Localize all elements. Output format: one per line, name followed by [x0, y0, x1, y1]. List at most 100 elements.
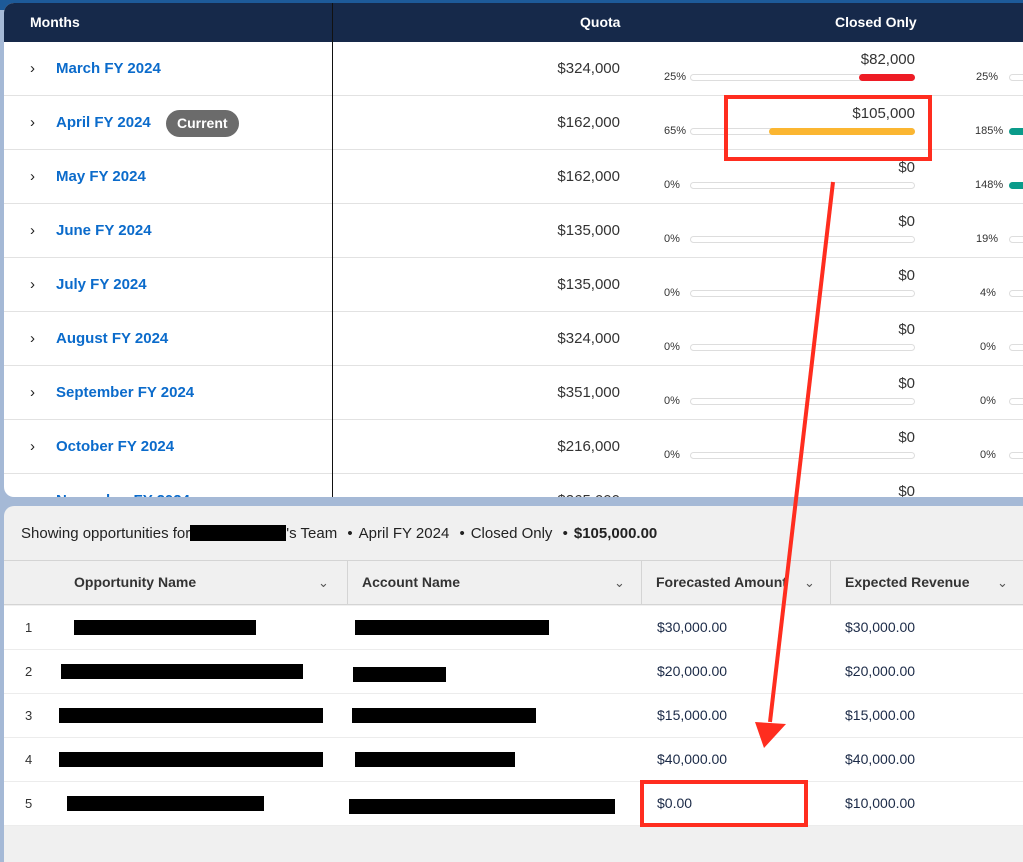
forecasted-amount: $20,000.00	[657, 663, 728, 679]
opportunities-panel: Showing opportunities for 's Team • April …	[4, 506, 1023, 862]
next-column-progress-bar	[1009, 74, 1023, 81]
closed-only-amount: $0	[898, 483, 915, 497]
next-column-progress-bar	[1009, 290, 1023, 297]
summary-total: $105,000.00	[573, 525, 658, 542]
header-closed-only: Closed Only	[835, 14, 917, 30]
closed-only-progress-bar	[690, 452, 915, 459]
chevron-down-icon[interactable]: ⌄	[614, 561, 625, 604]
chevron-right-icon[interactable]: ›	[30, 331, 42, 346]
column-header-account-name[interactable]: Account Name ⌄	[348, 561, 642, 604]
month-link[interactable]: October FY 2024	[56, 438, 174, 455]
month-link[interactable]: April FY 2024	[56, 114, 151, 131]
quota-value: $216,000	[557, 438, 620, 455]
closed-only-progress-bar	[690, 398, 915, 405]
opportunity-row[interactable]: 4 $40,000.00 $40,000.00	[4, 738, 1023, 782]
opportunities-summary: Showing opportunities for 's Team • April …	[21, 525, 657, 542]
redacted-account-name[interactable]	[349, 799, 615, 814]
current-badge: Current	[166, 110, 239, 137]
next-column-progress-bar	[1009, 236, 1023, 243]
redacted-owner-name	[190, 525, 287, 541]
chevron-down-icon[interactable]: ⌄	[997, 561, 1008, 604]
expected-revenue: $15,000.00	[845, 707, 916, 723]
expected-revenue: $30,000.00	[845, 619, 916, 635]
redacted-account-name[interactable]	[355, 752, 515, 767]
month-row[interactable]: ›November FY 2024$265,000$0	[4, 474, 1023, 497]
chevron-right-icon[interactable]: ›	[30, 115, 42, 130]
panel-separator	[0, 497, 1023, 506]
chevron-right-icon[interactable]: ›	[30, 223, 42, 238]
redacted-account-name[interactable]	[352, 708, 536, 723]
column-header-forecasted-amount[interactable]: Forecasted Amount ⌄	[642, 561, 831, 604]
next-column-progress-bar	[1009, 344, 1023, 351]
month-row[interactable]: › March FY 2024 $324,000 $82,000 25% 25%	[4, 42, 1023, 96]
opportunity-row[interactable]: 1 $30,000.00 $30,000.00	[4, 606, 1023, 650]
closed-only-amount: $0	[898, 321, 915, 338]
row-number: 2	[25, 664, 33, 679]
next-column-percent: 0%	[980, 449, 996, 461]
quota-value: $351,000	[557, 384, 620, 401]
redacted-opportunity-name[interactable]	[74, 620, 256, 635]
chevron-right-icon[interactable]: ›	[30, 277, 42, 292]
column-header-opportunity-name[interactable]: Opportunity Name ⌄	[4, 561, 348, 604]
column-header-expected-revenue[interactable]: Expected Revenue ⌄	[831, 561, 1023, 604]
next-column-percent: 25%	[976, 71, 999, 83]
annotation-highlight-forecasted-zero	[640, 780, 808, 827]
header-months: Months	[30, 14, 80, 30]
closed-only-amount: $0	[898, 267, 915, 284]
redacted-account-name[interactable]	[353, 667, 446, 682]
month-link[interactable]: August FY 2024	[56, 330, 168, 347]
row-number: 3	[25, 708, 33, 723]
quota-value: $135,000	[557, 276, 620, 293]
closed-only-percent: 25%	[664, 71, 687, 83]
next-column-percent: 19%	[976, 233, 999, 245]
chevron-right-icon[interactable]: ›	[30, 61, 42, 76]
opportunity-row[interactable]: 2 $20,000.00 $20,000.00	[4, 650, 1023, 694]
chevron-down-icon[interactable]: ⌄	[804, 561, 815, 604]
closed-only-amount: $0	[898, 213, 915, 230]
month-row[interactable]: › August FY 2024 $324,000 $0 0% 0%	[4, 312, 1023, 366]
redacted-opportunity-name[interactable]	[59, 708, 323, 723]
chevron-down-icon[interactable]: ⌄	[318, 561, 329, 604]
opportunity-row[interactable]: 3 $15,000.00 $15,000.00	[4, 694, 1023, 738]
month-row[interactable]: › July FY 2024 $135,000 $0 0% 4%	[4, 258, 1023, 312]
opportunities-table-header: Opportunity Name ⌄ Account Name ⌄ Foreca…	[4, 560, 1023, 605]
month-row[interactable]: › September FY 2024 $351,000 $0 0% 0%	[4, 366, 1023, 420]
month-link[interactable]: July FY 2024	[56, 276, 147, 293]
closed-only-progress-bar	[690, 182, 915, 189]
closed-only-progress-bar	[690, 344, 915, 351]
redacted-account-name[interactable]	[355, 620, 549, 635]
header-quota: Quota	[580, 14, 621, 30]
summary-period: April FY 2024	[358, 525, 450, 542]
closed-only-percent: 0%	[664, 287, 680, 299]
chevron-right-icon[interactable]: ›	[30, 169, 42, 184]
redacted-opportunity-name[interactable]	[67, 796, 264, 811]
separator-dot: •	[459, 525, 465, 542]
month-link[interactable]: March FY 2024	[56, 60, 161, 77]
next-column-progress-bar	[1009, 398, 1023, 405]
opportunity-row[interactable]: 5 $0.00 $10,000.00	[4, 782, 1023, 826]
month-link[interactable]: September FY 2024	[56, 384, 194, 401]
annotation-highlight-closed-amount	[724, 95, 932, 161]
column-divider	[332, 3, 333, 497]
month-row[interactable]: › June FY 2024 $135,000 $0 0% 19%	[4, 204, 1023, 258]
closed-only-amount: $0	[898, 159, 915, 176]
chevron-right-icon[interactable]: ›	[30, 439, 42, 454]
month-row[interactable]: › October FY 2024 $216,000 $0 0% 0%	[4, 420, 1023, 474]
next-column-percent: 185%	[975, 125, 1004, 137]
quota-value: $162,000	[557, 114, 620, 131]
separator-dot: •	[347, 525, 353, 542]
next-column-percent: 148%	[975, 179, 1004, 191]
expected-revenue: $40,000.00	[845, 751, 916, 767]
redacted-opportunity-name[interactable]	[59, 752, 323, 767]
closed-only-progress-bar	[690, 290, 915, 297]
next-column-percent: 0%	[980, 395, 996, 407]
month-link[interactable]: May FY 2024	[56, 168, 146, 185]
month-link[interactable]: June FY 2024	[56, 222, 152, 239]
closed-only-percent: 0%	[664, 395, 680, 407]
summary-team-suffix: 's Team	[286, 525, 338, 542]
forecasted-amount: $15,000.00	[657, 707, 728, 723]
summary-prefix: Showing opportunities for	[21, 525, 191, 542]
redacted-opportunity-name[interactable]	[61, 664, 303, 679]
chevron-right-icon[interactable]: ›	[30, 385, 42, 400]
closed-only-percent: 0%	[664, 233, 680, 245]
